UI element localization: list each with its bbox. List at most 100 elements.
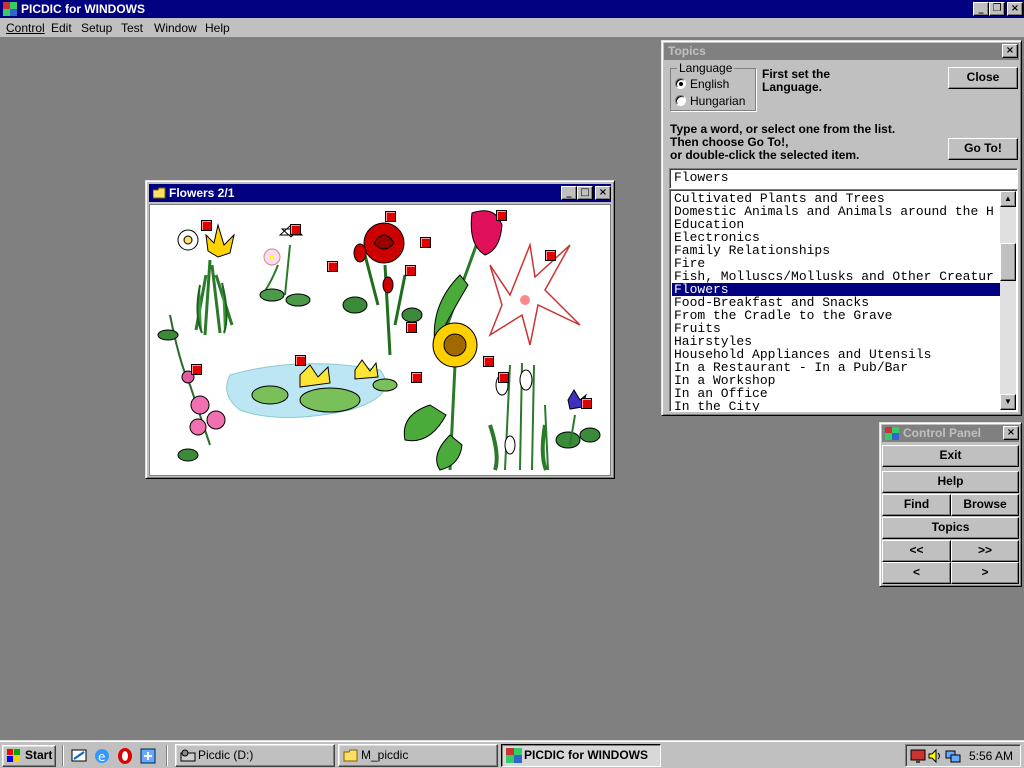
menu-edit[interactable]: Edit [51,21,72,35]
task-picdic-drive[interactable]: Picdic (D:) [175,744,335,767]
hotspot-snowdrop[interactable] [498,372,509,383]
topic-list-item[interactable]: Fish, Molluscs/Mollusks and Other Creatu… [672,270,1000,283]
flowers-window-titlebar[interactable]: Flowers 2/1 _ □ × [149,184,611,202]
daisy-drawing [259,224,311,307]
task-picdic-windows[interactable]: PICDIC for WINDOWS [501,744,661,767]
first-page-button[interactable]: << [882,540,951,562]
topic-list-item[interactable]: Food-Breakfast and Snacks [672,296,1000,309]
network-icon[interactable] [139,747,157,765]
topic-list-item[interactable]: Family Relationships [672,244,1000,257]
taskbar-divider [166,745,168,766]
goto-button[interactable]: Go To! [948,138,1018,160]
topic-list-item[interactable]: Household Appliances and Utensils [672,348,1000,361]
desktop-icon[interactable] [70,747,88,765]
close-icon[interactable]: × [1007,2,1023,16]
radio-hungarian-dot[interactable] [675,95,686,106]
flowers-illustration [149,204,611,476]
scroll-up-icon[interactable]: ▲ [1000,191,1016,207]
hotspot-fuchsia[interactable] [191,364,202,375]
close-icon[interactable]: × [1002,44,1018,58]
next-page-button[interactable]: > [951,562,1019,584]
restore-icon[interactable]: ❐ [989,2,1005,16]
minimize-icon[interactable]: _ [973,2,989,16]
topics-button[interactable]: Topics [882,517,1019,539]
volume-icon[interactable] [927,748,943,764]
close-button[interactable]: Close [948,67,1018,89]
help-button[interactable]: Help [882,471,1019,493]
menu-test[interactable]: Test [121,21,143,35]
topic-list-scrollbar[interactable]: ▲ ▼ [1000,191,1016,410]
hotspot-lily[interactable] [545,250,556,261]
hotspot-rose-bud[interactable] [420,237,431,248]
hotspot-sunflower-leaf[interactable] [411,372,422,383]
hotspot-rose[interactable] [385,211,396,222]
last-page-button[interactable]: >> [951,540,1019,562]
radio-hungarian[interactable]: Hungarian [675,94,745,108]
topic-list[interactable]: Cultivated Plants and Trees Domestic Anim… [669,189,1018,412]
topic-list-item[interactable]: Cultivated Plants and Trees [672,192,1000,205]
topic-list-item[interactable]: In the City [672,400,1000,411]
monitor-tray-icon[interactable] [910,748,926,764]
clock: 5:56 AM [969,749,1014,763]
hotspot-daisy-leaf[interactable] [327,261,338,272]
topic-list-item[interactable]: Electronics [672,231,1000,244]
close-icon[interactable]: × [1003,426,1019,440]
topic-search-input[interactable]: Flowers [669,168,1018,189]
control-panel: Control Panel × Exit Help Find Browse To… [879,422,1022,587]
menu-setup[interactable]: Setup [81,21,112,35]
app-title-bar[interactable]: PICDIC for WINDOWS _ ❐ × [0,0,1024,18]
language-hint: First set the Language. [762,67,831,94]
topic-list-item[interactable]: In an Office [672,387,1000,400]
control-panel-titlebar[interactable]: Control Panel × [882,425,1019,442]
waterlily-drawing [226,359,398,418]
topic-list-item[interactable]: Flowers [672,283,1000,296]
prev-page-button[interactable]: < [882,562,951,584]
hotspot-sunflower[interactable] [483,356,494,367]
close-icon[interactable]: × [595,186,611,200]
browse-button[interactable]: Browse [951,494,1019,516]
topic-list-item[interactable]: Education [672,218,1000,231]
fuchsia-drawing [157,314,226,462]
radio-english-dot[interactable] [675,78,686,89]
opera-icon[interactable] [116,747,134,765]
hotspot-narcissus[interactable] [201,220,212,231]
drive-icon [180,749,196,762]
start-button[interactable]: Start [2,745,56,767]
topic-list-item[interactable]: In a Workshop [672,374,1000,387]
topic-list-item[interactable]: Hairstyles [672,335,1000,348]
minimize-icon[interactable]: _ [561,186,577,200]
tulip-drawing [433,210,503,347]
radio-english[interactable]: English [675,77,729,91]
flowers-window: Flowers 2/1 _ □ × [145,180,615,479]
network-tray-icon[interactable] [945,748,961,764]
maximize-icon[interactable]: □ [577,186,593,200]
hotspot-daisy[interactable] [290,224,301,235]
windows-logo-icon [7,749,20,762]
flowers-picture [157,210,601,471]
topics-titlebar[interactable]: Topics × [664,43,1019,60]
folder-icon [343,749,358,762]
topic-list-item[interactable]: In a Restaurant - In a Pub/Bar [672,361,1000,374]
hotspot-tulip[interactable] [496,210,507,221]
narcissus-drawing [177,223,235,336]
hotspot-violet[interactable] [581,398,592,409]
exit-button[interactable]: Exit [882,445,1019,467]
topic-list-item[interactable]: Fruits [672,322,1000,335]
topic-list-item[interactable]: Fire [672,257,1000,270]
topic-list-item[interactable]: From the Cradle to the Grave [672,309,1000,322]
topic-list-item[interactable]: Domestic Animals and Animals around the … [672,205,1000,218]
language-label: Language [677,61,735,75]
menu-window[interactable]: Window [154,21,197,35]
violet-drawing [555,389,601,449]
find-button[interactable]: Find [882,494,951,516]
hotspot-rose-stem[interactable] [405,265,416,276]
menu-control[interactable]: Control [6,21,45,35]
hotspot-rose-leaf[interactable] [406,322,417,333]
hotspot-waterlily[interactable] [295,355,306,366]
internet-explorer-icon[interactable]: e [93,747,111,765]
task-m-picdic[interactable]: M_picdic [338,744,498,767]
scroll-thumb[interactable] [1000,243,1016,281]
menu-help[interactable]: Help [205,21,230,35]
scroll-down-icon[interactable]: ▼ [1000,394,1016,410]
svg-text:e: e [98,750,105,764]
